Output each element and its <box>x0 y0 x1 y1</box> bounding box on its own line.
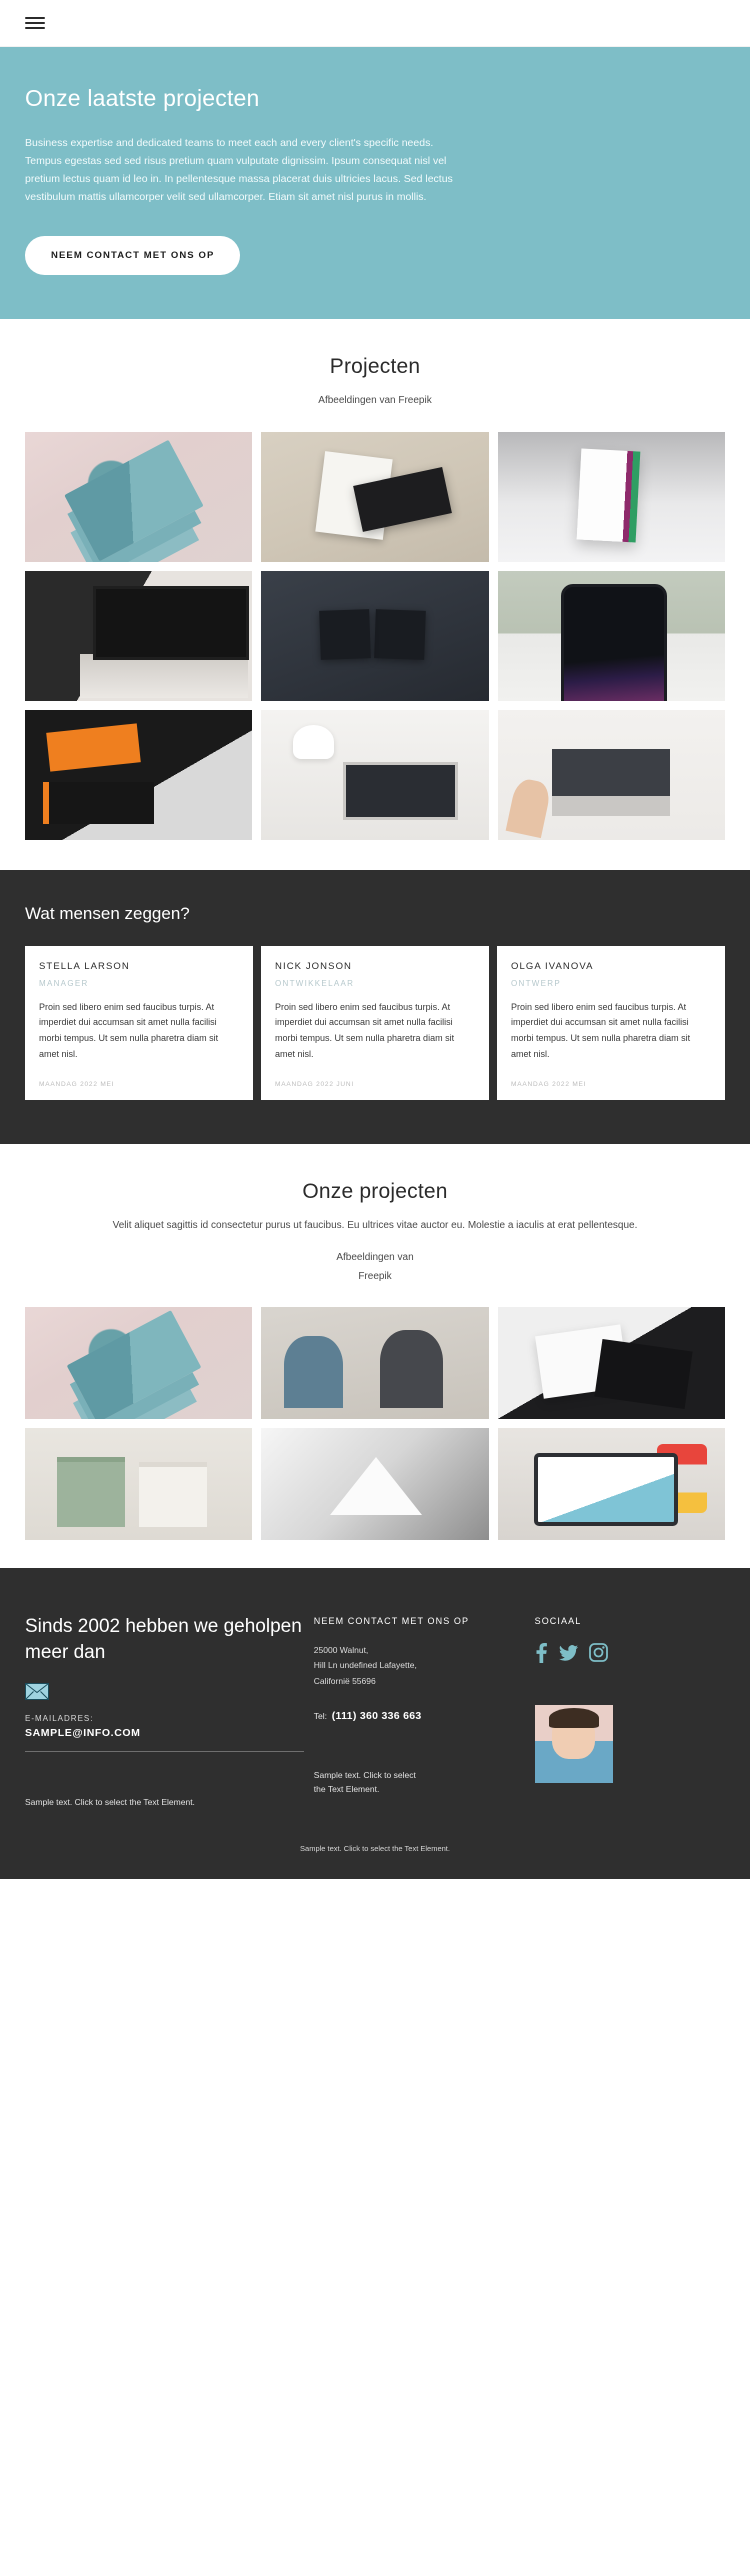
footer-telephone-value: (111) 360 336 663 <box>331 1709 422 1722</box>
project-thumbnail[interactable] <box>261 431 489 562</box>
hamburger-menu-icon[interactable] <box>25 14 45 32</box>
projects-title: Projecten <box>329 355 421 379</box>
footer-sample-text-middle: Sample text. Click to select the Text El… <box>313 1769 416 1795</box>
our-project-image-business-card <box>497 1307 725 1420</box>
our-project-thumbnail[interactable] <box>25 1428 253 1541</box>
footer-heading: Sinds 2002 hebben we geholpen meer dan <box>25 1616 302 1663</box>
our-project-thumbnail[interactable] <box>497 1428 725 1541</box>
project-thumbnail[interactable] <box>261 709 489 840</box>
footer-telephone-label: Tel: <box>313 1710 328 1721</box>
social-links <box>535 1642 725 1663</box>
project-image-smartphone <box>497 570 725 701</box>
footer-email-value[interactable]: SAMPLE@INFO.COM <box>25 1727 304 1739</box>
testimonial-name: NICK JONSON <box>275 960 353 972</box>
project-thumbnail[interactable] <box>261 570 489 701</box>
project-image-dark-cards <box>261 570 489 701</box>
testimonial-card[interactable]: NICK JONSON ONTWIKKELAAR Proin sed liber… <box>261 945 489 1100</box>
footer-address-line-1: 25000 Walnut, <box>313 1644 369 1655</box>
footer-column-social: SOCIAAL <box>534 1614 725 1810</box>
contact-cta-button[interactable]: NEEM CONTACT MET ONS OP <box>25 236 241 276</box>
our-projects-grid <box>0 1307 750 1541</box>
footer-address: 25000 Walnut, Hill Ln undefined Lafayett… <box>314 1643 525 1690</box>
project-thumbnail[interactable] <box>25 431 253 562</box>
project-thumbnail[interactable] <box>25 570 253 701</box>
testimonial-role: ONTWIKKELAAR <box>275 978 355 988</box>
facebook-icon[interactable] <box>535 1642 548 1663</box>
project-image-orange-cards <box>25 709 253 840</box>
our-projects-credit-line1: Afbeeldingen van <box>336 1252 414 1264</box>
testimonial-card[interactable]: OLGA IVANOVA ONTWERP Proin sed libero en… <box>497 945 725 1100</box>
our-project-thumbnail[interactable] <box>261 1428 489 1541</box>
top-bar <box>0 0 750 47</box>
testimonials-section: Wat mensen zeggen? STELLA LARSON MANAGER… <box>0 869 750 1144</box>
testimonials-list: STELLA LARSON MANAGER Proin sed libero e… <box>25 945 725 1100</box>
footer-social-title: SOCIAAL <box>534 1616 582 1627</box>
testimonials-title: Wat mensen zeggen? <box>25 903 190 923</box>
testimonial-quote: Proin sed libero enim sed faucibus turpi… <box>39 1001 219 1059</box>
our-projects-subtitle: Velit aliquet sagittis id consectetur pu… <box>112 1219 638 1231</box>
our-project-image-paper-arrow <box>261 1428 489 1541</box>
project-image-laptop-ideas <box>25 570 253 701</box>
twitter-icon[interactable] <box>558 1644 578 1661</box>
footer-address-line-2: Hill Ln undefined Lafayette, <box>313 1660 417 1671</box>
project-image-typing-hands <box>497 709 725 840</box>
our-project-thumbnail[interactable] <box>25 1307 253 1420</box>
testimonial-name: STELLA LARSON <box>39 960 130 972</box>
testimonial-date: MAANDAG 2022 MEI <box>39 1080 115 1088</box>
footer-bottom-text: Sample text. Click to select the Text El… <box>300 1844 450 1854</box>
site-footer: Sinds 2002 hebben we geholpen meer dan E… <box>0 1568 750 1880</box>
our-projects-title: Onze projecten <box>302 1179 448 1203</box>
hero-description: Business expertise and dedicated teams t… <box>25 137 453 204</box>
our-project-image-shopping-bags <box>25 1428 253 1541</box>
instagram-icon[interactable] <box>588 1643 608 1662</box>
projects-section: Projecten Afbeeldingen van Freepik <box>0 319 750 840</box>
testimonial-quote: Proin sed libero enim sed faucibus turpi… <box>275 1001 455 1059</box>
testimonial-card[interactable]: STELLA LARSON MANAGER Proin sed libero e… <box>25 945 253 1100</box>
project-thumbnail[interactable] <box>25 709 253 840</box>
our-project-thumbnail[interactable] <box>497 1307 725 1420</box>
project-image-desk-setup <box>261 709 489 840</box>
project-thumbnail[interactable] <box>497 570 725 701</box>
footer-column-contact: NEEM CONTACT MET ONS OP 25000 Walnut, Hi… <box>314 1614 525 1810</box>
our-projects-credit-line2: Freepik <box>358 1270 392 1282</box>
footer-sample-text-left: Sample text. Click to select the Text El… <box>25 1797 195 1808</box>
our-project-image-books <box>25 1307 253 1420</box>
testimonial-role: ONTWERP <box>511 978 561 988</box>
page-title: Onze laatste projecten <box>25 85 260 111</box>
footer-columns: Sinds 2002 hebben we geholpen meer dan E… <box>25 1614 725 1810</box>
our-project-image-digital-media <box>497 1428 725 1541</box>
footer-contact-title: NEEM CONTACT MET ONS OP <box>313 1616 470 1627</box>
hero-section: Onze laatste projecten Business expertis… <box>0 47 750 320</box>
footer-avatar <box>534 1704 613 1783</box>
project-image-books <box>25 431 253 562</box>
footer-column-about: Sinds 2002 hebben we geholpen meer dan E… <box>25 1614 304 1810</box>
project-image-book-hardcover <box>497 431 725 562</box>
our-project-image-team <box>261 1307 489 1420</box>
testimonial-quote: Proin sed libero enim sed faucibus turpi… <box>511 1001 691 1059</box>
projects-grid <box>0 431 750 840</box>
testimonial-name: OLGA IVANOVA <box>511 960 594 972</box>
envelope-icon <box>25 1683 49 1701</box>
footer-email-label: E-MAILADRES: <box>25 1714 94 1724</box>
footer-telephone[interactable]: Tel: (111) 360 336 663 <box>314 1710 525 1722</box>
footer-divider <box>25 1751 304 1753</box>
testimonial-date: MAANDAG 2022 JUNI <box>275 1080 354 1088</box>
project-thumbnail[interactable] <box>497 709 725 840</box>
project-image-business-cards <box>261 431 489 562</box>
testimonial-date: MAANDAG 2022 MEI <box>511 1080 587 1088</box>
footer-address-line-3: Californië 55696 <box>313 1676 376 1687</box>
project-thumbnail[interactable] <box>497 431 725 562</box>
our-project-thumbnail[interactable] <box>261 1307 489 1420</box>
our-projects-section: Onze projecten Velit aliquet sagittis id… <box>0 1143 750 1541</box>
testimonial-role: MANAGER <box>39 978 89 988</box>
projects-subtitle: Afbeeldingen van Freepik <box>318 395 432 407</box>
